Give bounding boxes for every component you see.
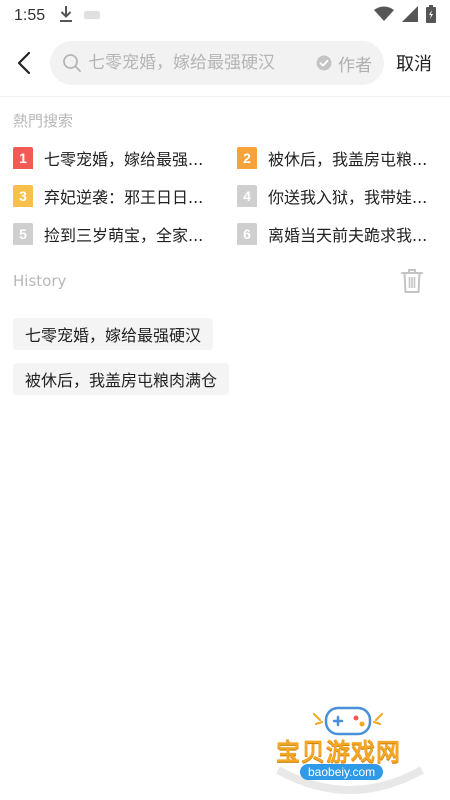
hot-search-item[interactable]: 1 七零宠婚，嫁给最强...	[13, 146, 237, 170]
rank-badge: 5	[13, 223, 33, 245]
message-icon	[83, 7, 101, 26]
author-label: 作者	[338, 55, 372, 76]
header-divider	[0, 96, 450, 97]
trash-icon	[401, 269, 423, 293]
hot-search-title: 熱門搜索	[13, 112, 74, 130]
author-filter[interactable]: 作者	[316, 51, 372, 76]
back-button[interactable]	[4, 40, 44, 86]
hot-search-text: 你送我入狱，我带娃...	[268, 188, 428, 207]
rank-badge: 1	[13, 147, 33, 169]
hot-search-item[interactable]: 3 弃妃逆袭：邪王日日...	[13, 184, 237, 208]
hot-search-text: 被休后，我盖房屯粮...	[268, 150, 428, 169]
hot-search-item[interactable]: 4 你送我入狱，我带娃...	[237, 184, 437, 208]
hot-search-item[interactable]: 2 被休后，我盖房屯粮...	[237, 146, 437, 170]
clear-history-button[interactable]	[401, 268, 423, 294]
rank-badge: 4	[237, 185, 257, 207]
search-header: 作者 取消	[0, 40, 450, 86]
history-item[interactable]: 七零宠婚，嫁给最强硬汉	[13, 318, 214, 350]
watermark-url: baobeiy.com	[300, 764, 384, 780]
rank-badge: 3	[13, 185, 33, 207]
download-icon	[59, 5, 73, 27]
hot-search-text: 离婚当天前夫跪求我...	[268, 226, 428, 245]
search-box[interactable]: 作者	[50, 41, 384, 85]
check-circle-icon	[316, 55, 332, 71]
hot-search-item[interactable]: 6 离婚当天前夫跪求我...	[237, 222, 437, 246]
search-input[interactable]	[88, 53, 298, 73]
status-notification-icons	[59, 5, 101, 27]
status-system-icons	[374, 5, 436, 27]
hot-search-text: 弃妃逆袭：邪王日日...	[44, 188, 204, 207]
history-list: 七零宠婚，嫁给最强硬汉 被休后，我盖房屯粮肉满仓	[13, 318, 230, 395]
battery-icon	[426, 5, 436, 27]
history-item[interactable]: 被休后，我盖房屯粮肉满仓	[13, 363, 230, 395]
watermark-title: 宝贝游戏网	[276, 738, 401, 766]
status-bar: 1:55	[0, 0, 450, 32]
cancel-button[interactable]: 取消	[396, 50, 432, 76]
hot-search-item[interactable]: 5 捡到三岁萌宝，全家...	[13, 222, 237, 246]
wifi-icon	[374, 6, 394, 26]
search-icon	[63, 54, 81, 72]
watermark-logo: 宝贝游戏网 baobeiy.com	[270, 700, 430, 796]
history-title: History	[13, 272, 67, 290]
rank-badge: 2	[237, 147, 257, 169]
hot-search-text: 七零宠婚，嫁给最强...	[44, 150, 204, 169]
rank-badge: 6	[237, 223, 257, 245]
hot-search-text: 捡到三岁萌宝，全家...	[44, 226, 204, 245]
status-time: 1:55	[14, 7, 46, 24]
hot-search-list: 1 七零宠婚，嫁给最强... 2 被休后，我盖房屯粮... 3 弃妃逆袭：邪王日…	[13, 146, 437, 246]
signal-icon	[402, 6, 418, 26]
chevron-left-icon	[17, 51, 31, 75]
